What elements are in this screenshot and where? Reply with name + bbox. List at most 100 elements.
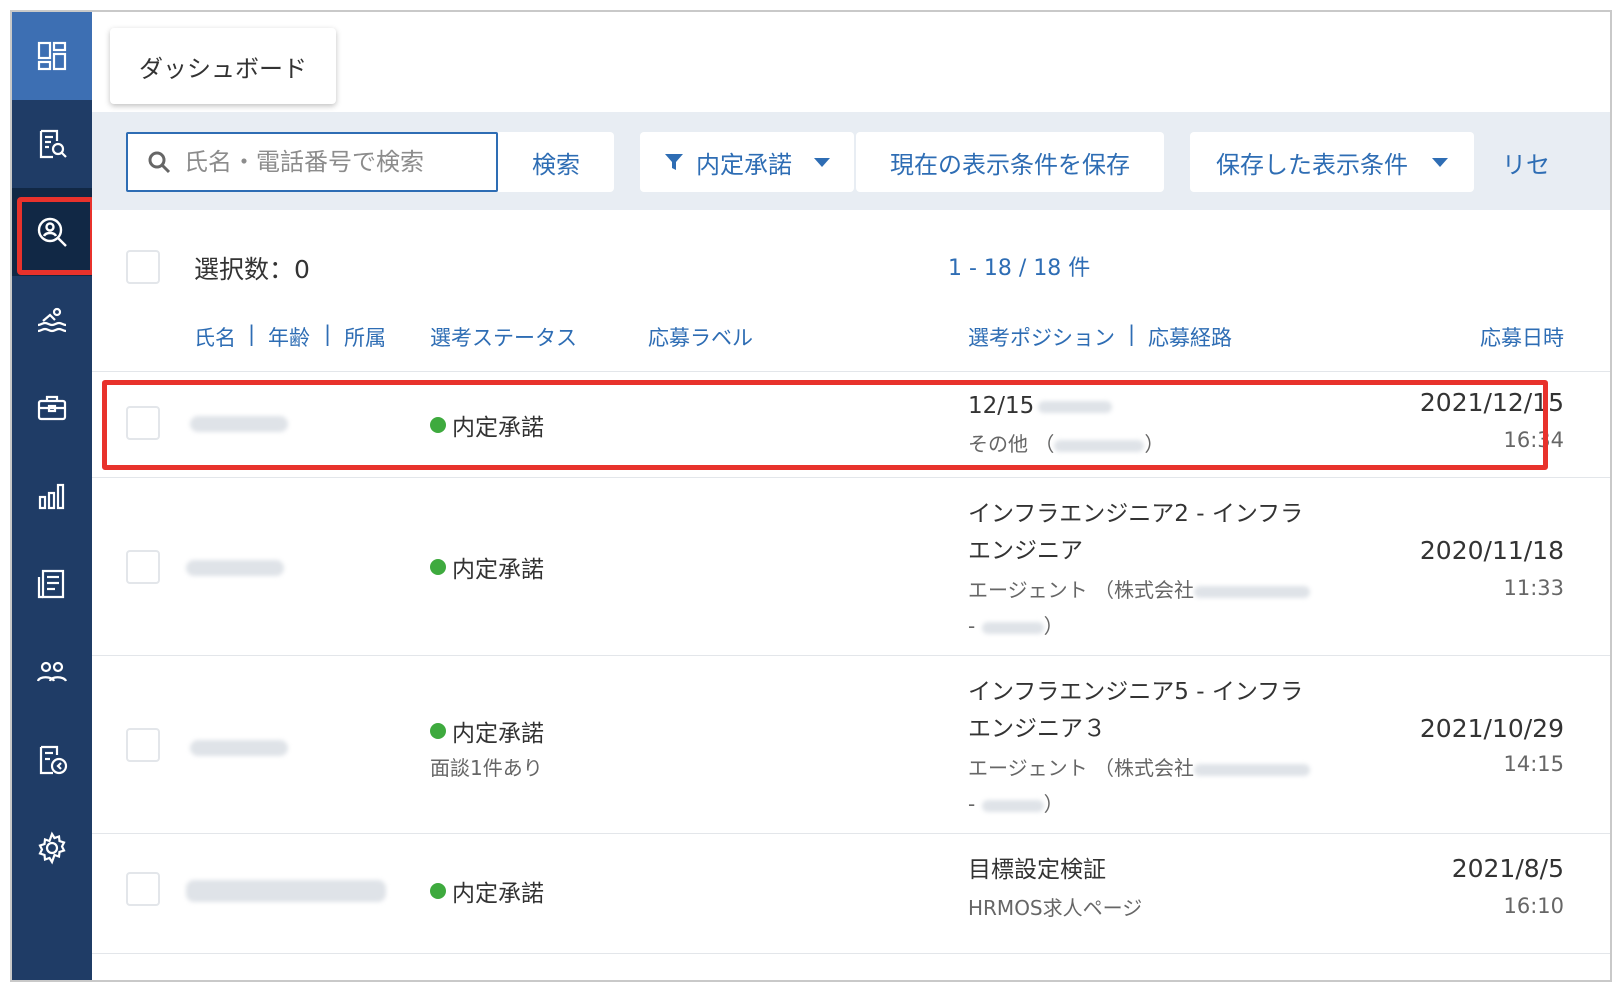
- route-line: -: [968, 792, 982, 816]
- redacted-text: [1054, 439, 1145, 452]
- status-filter-dropdown[interactable]: 内定承諾: [640, 132, 854, 192]
- sidebar-item-onboarding[interactable]: [12, 276, 92, 364]
- applied-date: 2020/11/18: [1419, 536, 1564, 565]
- applied-time: 16:10: [1503, 894, 1564, 918]
- redacted-text: [981, 799, 1044, 812]
- sidebar-item-analytics[interactable]: [12, 452, 92, 540]
- sidebar-item-document-search[interactable]: [12, 100, 92, 188]
- sidebar-item-export[interactable]: [12, 716, 92, 804]
- gear-icon: [38, 831, 66, 865]
- pagination-info: 1 - 18 / 18 件: [948, 256, 1091, 281]
- col-separator: |: [1128, 322, 1136, 346]
- column-header: 氏名 | 年齢 | 所属 選考ステータス 応募ラベル 選考ポジション | 応募経…: [92, 312, 1610, 372]
- status-dot-icon: [430, 723, 446, 739]
- select-all-checkbox[interactable]: [126, 250, 160, 284]
- redacted-text: [1038, 400, 1113, 413]
- tab-dashboard[interactable]: ダッシュボード: [110, 28, 336, 104]
- redacted-name: [186, 880, 386, 902]
- row-checkbox[interactable]: [126, 406, 160, 440]
- route-line: その他 （: [968, 432, 1055, 456]
- dashboard-icon: [37, 41, 67, 71]
- status-dot-icon: [430, 559, 446, 575]
- position-line: インフラエンジニア2 - インフラ: [968, 501, 1304, 527]
- chevron-down-icon: [1432, 157, 1448, 167]
- sidebar-item-candidate-search[interactable]: [12, 188, 95, 276]
- redacted-name: [190, 740, 288, 756]
- redacted-text: [1193, 585, 1310, 598]
- tab-bar: ダッシュボード: [92, 12, 1610, 112]
- col-separator: |: [324, 322, 332, 346]
- status-badge: 内定承諾: [430, 408, 544, 442]
- position-line: エンジニア: [968, 538, 1083, 564]
- report-icon: [37, 569, 65, 599]
- export-document-icon: [39, 745, 68, 775]
- search-icon: [148, 151, 171, 174]
- route-line: -: [968, 614, 982, 638]
- route-line: エージェント （株式会社: [968, 578, 1194, 602]
- row-checkbox[interactable]: [126, 550, 160, 584]
- position-line: エンジニア３: [968, 716, 1106, 742]
- status-badge: 内定承諾: [430, 714, 544, 748]
- col-name[interactable]: 氏名: [194, 322, 236, 352]
- status-dot-icon: [430, 883, 446, 899]
- position-line: 12/15: [968, 393, 1035, 419]
- row-checkbox[interactable]: [126, 728, 160, 762]
- save-current-condition-button[interactable]: 現在の表示条件を保存: [856, 132, 1164, 192]
- route-text: HRMOS求人ページ: [968, 896, 1143, 920]
- status-text: 内定承諾: [452, 721, 544, 747]
- route-suffix: ）: [1043, 792, 1064, 816]
- applied-date: 2021/10/29: [1419, 714, 1564, 743]
- document-search-icon: [39, 129, 67, 159]
- route-suffix: ）: [1043, 614, 1064, 638]
- selection-count: 選択数：0: [194, 255, 310, 284]
- reset-link[interactable]: リセ: [1502, 132, 1582, 192]
- interview-note: 面談1件あり: [430, 756, 543, 780]
- sidebar-item-reports[interactable]: [12, 540, 92, 628]
- col-age[interactable]: 年齢: [268, 322, 310, 352]
- sidebar-item-jobs[interactable]: [12, 364, 92, 452]
- col-status[interactable]: 選考ステータス: [430, 322, 577, 352]
- route-text: その他 （ ）: [968, 426, 1348, 462]
- position-text[interactable]: 目標設定検証: [968, 852, 1348, 889]
- applied-time: 14:15: [1503, 752, 1564, 776]
- table-row[interactable]: 内定承諾 12/15 その他 （ ） 2021/12/15 16:34: [92, 372, 1610, 478]
- user-search-icon: [37, 217, 67, 247]
- status-text: 内定承諾: [452, 557, 544, 583]
- status-text: 内定承諾: [452, 415, 544, 441]
- row-checkbox[interactable]: [126, 872, 160, 906]
- sidebar: [12, 12, 95, 980]
- position-text[interactable]: インフラエンジニア2 - インフラ エンジニア: [968, 496, 1348, 570]
- position-text[interactable]: インフラエンジニア5 - インフラ エンジニア３: [968, 674, 1348, 748]
- table-row[interactable]: 内定承諾 目標設定検証 HRMOS求人ページ 2021/8/5 16:10: [92, 834, 1610, 954]
- swimmer-icon: [37, 307, 67, 333]
- search-button[interactable]: 検索: [498, 132, 614, 192]
- app-window: ダッシュボード 検索 内定承諾 現在の表示条件を保存 保存した表示条件 リセ 選…: [10, 10, 1612, 982]
- filter-icon: [665, 154, 683, 170]
- position-line: インフラエンジニア5 - インフラ: [968, 679, 1304, 705]
- col-label[interactable]: 応募ラベル: [648, 322, 753, 352]
- search-toolbar: 検索 内定承諾 現在の表示条件を保存 保存した表示条件 リセ: [92, 112, 1610, 210]
- saved-conditions-dropdown[interactable]: 保存した表示条件: [1190, 132, 1474, 192]
- applied-time: 16:34: [1503, 428, 1564, 452]
- col-separator: |: [248, 322, 256, 346]
- table-row[interactable]: 内定承諾 インフラエンジニア2 - インフラ エンジニア エージェント （株式会…: [92, 478, 1610, 656]
- col-date[interactable]: 応募日時: [1480, 322, 1564, 352]
- chevron-down-icon: [814, 157, 830, 167]
- search-box[interactable]: [126, 132, 498, 192]
- col-position[interactable]: 選考ポジション: [968, 322, 1115, 352]
- table-row[interactable]: 内定承諾 面談1件あり インフラエンジニア5 - インフラ エンジニア３ エージ…: [92, 656, 1610, 834]
- applied-time: 11:33: [1503, 576, 1564, 600]
- sidebar-item-members[interactable]: [12, 628, 92, 716]
- sidebar-item-settings[interactable]: [12, 804, 92, 892]
- position-text[interactable]: 12/15: [968, 388, 1348, 425]
- col-route[interactable]: 応募経路: [1148, 322, 1232, 352]
- redacted-name: [186, 560, 284, 576]
- redacted-name: [190, 416, 288, 432]
- col-affiliation[interactable]: 所属: [344, 322, 386, 352]
- sidebar-item-dashboard[interactable]: [12, 12, 92, 100]
- status-badge: 内定承諾: [430, 874, 544, 908]
- search-input[interactable]: [184, 148, 474, 176]
- status-dot-icon: [430, 417, 446, 433]
- redacted-text: [981, 621, 1044, 634]
- briefcase-icon: [37, 395, 67, 421]
